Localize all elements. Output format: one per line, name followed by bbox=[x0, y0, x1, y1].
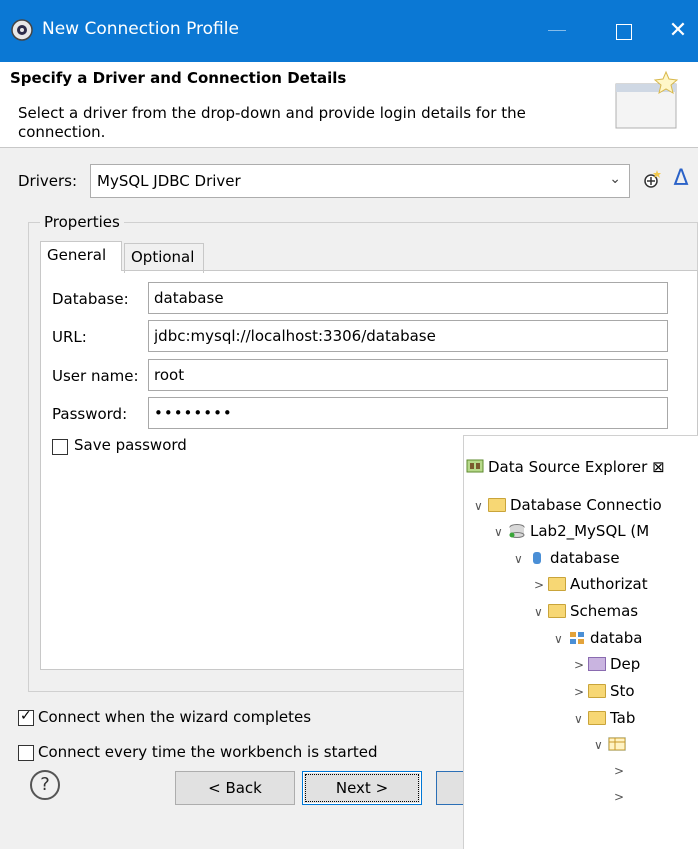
wizard-header: Specify a Driver and Connection Details … bbox=[0, 62, 698, 148]
save-password-checkbox[interactable] bbox=[52, 439, 68, 455]
tree-item-tables[interactable]: ∨ Tab bbox=[574, 707, 635, 729]
expand-icon[interactable]: ∨ bbox=[594, 734, 608, 756]
folder-open-icon bbox=[488, 498, 506, 512]
collapse-icon[interactable]: > bbox=[574, 681, 588, 703]
properties-legend: Properties bbox=[40, 213, 124, 231]
expand-icon[interactable]: ∨ bbox=[534, 601, 548, 623]
tree-item-dependencies[interactable]: > Dep bbox=[574, 653, 640, 675]
url-label: URL: bbox=[52, 328, 87, 346]
folder-icon bbox=[548, 604, 566, 618]
connect-on-start-label: Connect every time the workbench is star… bbox=[38, 743, 378, 761]
tree-item-lab2-mysql[interactable]: ∨ Lab2_MySQL (M bbox=[494, 520, 649, 542]
collapse-icon[interactable]: > bbox=[614, 760, 628, 782]
tree-item-table-child[interactable]: > bbox=[614, 785, 628, 807]
drivers-selected-value: MySQL JDBC Driver bbox=[97, 172, 241, 190]
expand-icon[interactable]: ∨ bbox=[494, 521, 508, 543]
back-button[interactable]: < Back bbox=[175, 771, 295, 805]
next-button[interactable]: Next > bbox=[302, 771, 422, 805]
collapse-icon[interactable]: > bbox=[614, 786, 628, 808]
connect-on-start-checkbox[interactable] bbox=[18, 745, 34, 761]
tab-optional[interactable]: Optional bbox=[124, 243, 204, 273]
tree-item-table-child[interactable]: > bbox=[614, 759, 628, 781]
tree-item-table[interactable]: ∨ bbox=[594, 733, 630, 755]
expand-icon[interactable]: ∨ bbox=[574, 708, 588, 730]
new-driver-definition-icon[interactable] bbox=[638, 166, 664, 194]
folder-icon bbox=[588, 657, 606, 671]
password-field[interactable] bbox=[148, 397, 668, 429]
folder-icon bbox=[588, 684, 606, 698]
tree-item-database[interactable]: ∨ database bbox=[514, 547, 620, 569]
window-title: New Connection Profile bbox=[42, 19, 239, 39]
tree-item-schemas[interactable]: ∨ Schemas bbox=[534, 600, 638, 622]
database-icon bbox=[533, 552, 541, 564]
database-field[interactable] bbox=[148, 282, 668, 314]
chevron-down-icon: ⌄ bbox=[609, 171, 621, 187]
wizard-banner-icon bbox=[615, 70, 679, 129]
tree-item-database-connections[interactable]: ∨ Database Connectio bbox=[474, 494, 662, 516]
connect-on-finish-label: Connect when the wizard completes bbox=[38, 708, 312, 726]
collapse-icon[interactable]: > bbox=[534, 574, 548, 596]
minimize-button[interactable] bbox=[534, 14, 582, 48]
drivers-dropdown[interactable]: MySQL JDBC Driver ⌄ bbox=[90, 164, 630, 198]
url-field[interactable] bbox=[148, 320, 668, 352]
expand-icon[interactable]: ∨ bbox=[554, 628, 568, 650]
data-source-explorer-panel: Data Source Explorer ⊠ ∨ Database Connect… bbox=[463, 435, 698, 849]
connect-on-finish-checkbox[interactable] bbox=[18, 708, 34, 726]
dialog-window: New Connection Profile ✕ Specify a Drive… bbox=[0, 0, 698, 849]
help-button[interactable]: ? bbox=[30, 770, 60, 800]
collapse-icon[interactable]: > bbox=[574, 654, 588, 676]
eclipse-gear-icon bbox=[11, 19, 33, 41]
schema-icon bbox=[570, 632, 584, 644]
username-label: User name: bbox=[52, 367, 139, 385]
explorer-title: Data Source Explorer ⊠ bbox=[488, 458, 665, 476]
edit-driver-definition-icon[interactable]: Δ bbox=[668, 164, 694, 194]
maximize-button[interactable] bbox=[604, 14, 644, 48]
data-source-explorer-icon bbox=[466, 459, 484, 473]
table-icon bbox=[608, 737, 626, 751]
database-label: Database: bbox=[52, 290, 129, 308]
save-password-label: Save password bbox=[74, 436, 187, 454]
page-title: Specify a Driver and Connection Details bbox=[10, 69, 347, 87]
drivers-label: Drivers: bbox=[18, 172, 78, 190]
explorer-view-tab[interactable]: Data Source Explorer ⊠ bbox=[466, 458, 665, 476]
tree-item-authorization[interactable]: > Authorizat bbox=[534, 573, 648, 595]
password-label: Password: bbox=[52, 405, 128, 423]
folder-icon bbox=[548, 577, 566, 591]
connection-icon bbox=[509, 524, 525, 538]
folder-icon bbox=[588, 711, 606, 725]
tab-general[interactable]: General bbox=[40, 241, 122, 271]
close-button[interactable]: ✕ bbox=[658, 14, 698, 48]
tree-item-schema-database[interactable]: ∨ databa bbox=[554, 627, 643, 649]
expand-icon[interactable]: ∨ bbox=[474, 495, 488, 517]
username-field[interactable] bbox=[148, 359, 668, 391]
expand-icon[interactable]: ∨ bbox=[514, 548, 528, 570]
tree-item-stored-procedures[interactable]: > Sto bbox=[574, 680, 635, 702]
title-bar[interactable]: New Connection Profile ✕ bbox=[0, 0, 698, 62]
page-description: Select a driver from the drop-down and p… bbox=[18, 104, 526, 141]
